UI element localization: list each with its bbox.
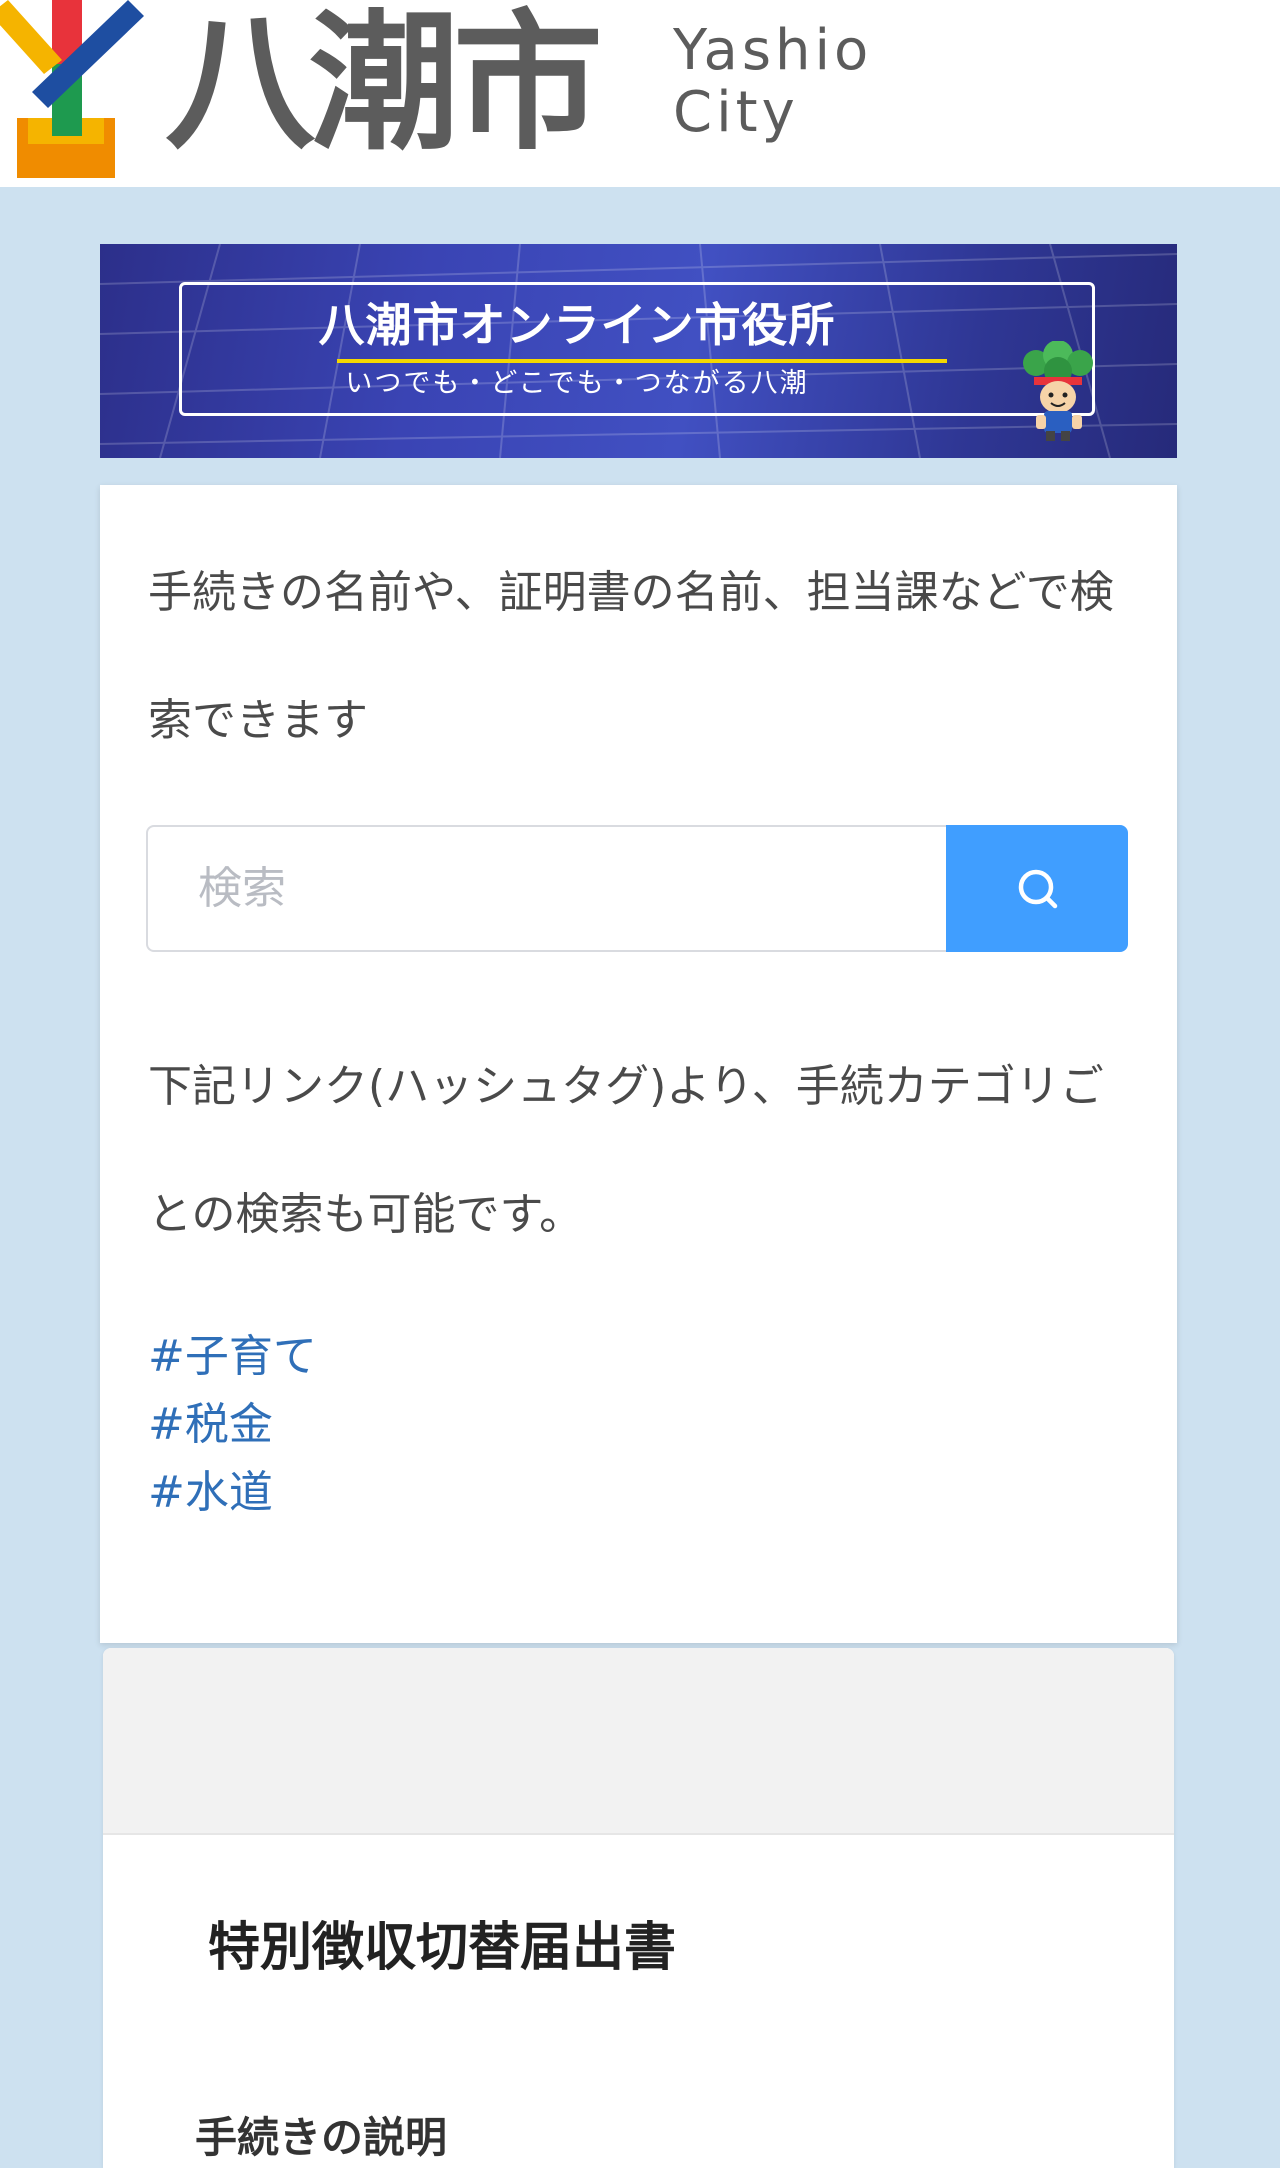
city-name-en-line2: City bbox=[673, 80, 799, 145]
hashtag-suido[interactable]: #水道 bbox=[148, 1459, 317, 1527]
banner-subtitle: いつでも・どこでも・つながる八潮 bbox=[345, 368, 809, 399]
city-name-en-line1: Yashio bbox=[673, 18, 873, 83]
online-city-hall-banner[interactable]: 八潮市オンライン市役所 いつでも・どこでも・つながる八潮 bbox=[100, 244, 1177, 458]
search-card: 手続きの名前や、証明書の名前、担当課などで検索できます 下記リンク(ハッシュタグ… bbox=[100, 485, 1177, 1643]
hashtag-list: #子育て #税金 #水道 bbox=[148, 1323, 317, 1527]
banner-title: 八潮市オンライン市役所 bbox=[318, 298, 836, 352]
banner-frame: 八潮市オンライン市役所 いつでも・どこでも・つながる八潮 bbox=[179, 282, 1095, 441]
category-hint: 下記リンク(ハッシュタグ)より、手続カテゴリごとの検索も可能です。 bbox=[148, 1061, 1104, 1240]
hashtag-zeikin[interactable]: #税金 bbox=[148, 1391, 317, 1459]
procedure-card: 特別徴収切替届出書 手続きの説明 bbox=[103, 1648, 1174, 2168]
search-bar bbox=[146, 825, 1128, 952]
banner-underline bbox=[337, 359, 947, 363]
site-header: 八潮市 Yashio City bbox=[0, 0, 1280, 187]
search-button[interactable] bbox=[946, 825, 1128, 952]
city-name-en: Yashio City bbox=[673, 20, 872, 144]
city-name-jp: 八潮市 bbox=[165, 0, 603, 171]
hashtag-kosodate[interactable]: #子育て bbox=[148, 1323, 317, 1391]
yashio-logo-icon[interactable] bbox=[0, 0, 150, 180]
procedure-title[interactable]: 特別徴収切替届出書 bbox=[208, 1912, 676, 1984]
search-icon bbox=[1018, 869, 1058, 909]
mascot-icon bbox=[1023, 341, 1093, 441]
procedure-card-header bbox=[103, 1648, 1174, 1835]
procedure-description-heading: 手続きの説明 bbox=[195, 2113, 448, 2162]
search-input[interactable] bbox=[146, 825, 946, 952]
search-description: 手続きの名前や、証明書の名前、担当課などで検索できます bbox=[148, 567, 1114, 746]
